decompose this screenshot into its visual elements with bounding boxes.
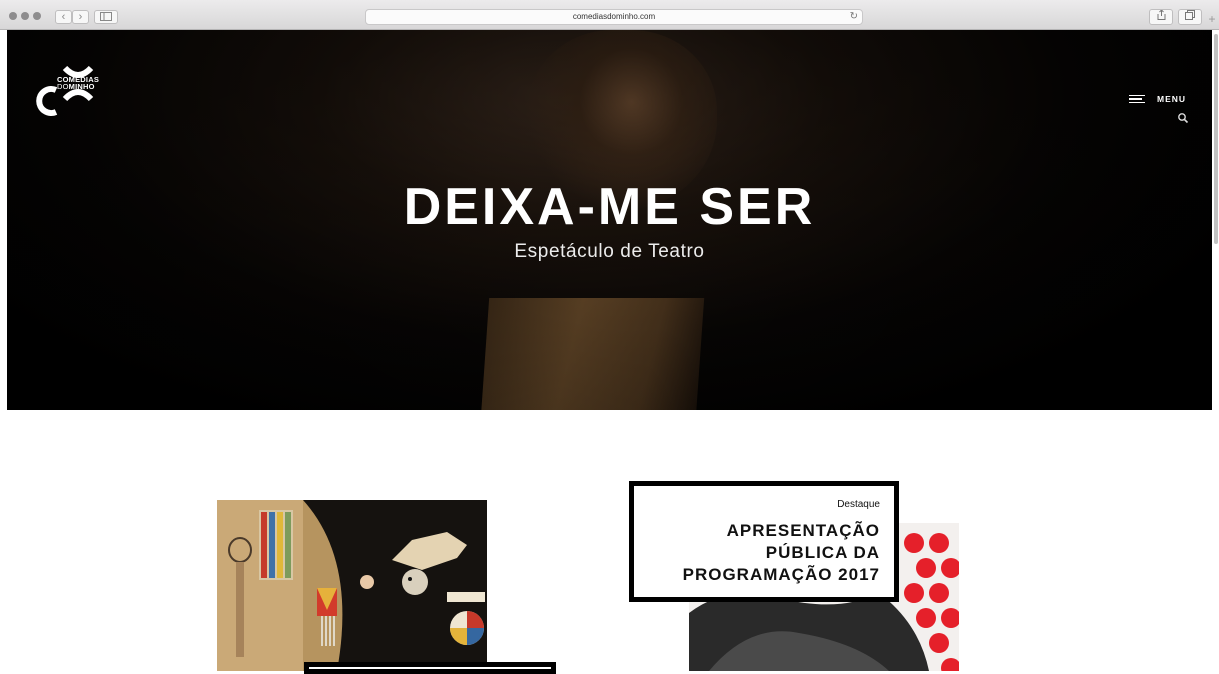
share-button[interactable] — [1149, 9, 1173, 25]
scrollbar-thumb[interactable] — [1214, 34, 1218, 244]
menu-button[interactable]: MENU — [1129, 92, 1186, 106]
tabs-overview-button[interactable] — [1178, 9, 1202, 25]
featured-card-title[interactable]: APRESENTAÇÃO PÚBLICA DA PROGRAMAÇÃO 2017 — [683, 520, 880, 586]
sidebar-button[interactable] — [94, 10, 118, 24]
hero-banner: COMÉDIAS DOMINHO MENU DEIXA-ME SER Espet… — [7, 30, 1212, 410]
card-image-collage[interactable] — [217, 500, 487, 671]
minimize-window-icon[interactable] — [21, 12, 29, 20]
featured-card[interactable]: Destaque APRESENTAÇÃO PÚBLICA DA PROGRAM… — [629, 481, 899, 602]
new-tab-button[interactable]: + — [1205, 12, 1219, 30]
menu-label: MENU — [1157, 94, 1187, 104]
title-line-3: PROGRAMAÇÃO 2017 — [682, 565, 880, 584]
url-text: comediasdominho.com — [572, 12, 656, 21]
close-window-icon[interactable] — [9, 12, 17, 20]
title-line-2: PÚBLICA DA — [765, 543, 880, 562]
zoom-window-icon[interactable] — [33, 12, 41, 20]
hero-subtitle: Espetáculo de Teatro — [514, 241, 705, 262]
title-line-1: APRESENTAÇÃO — [726, 521, 880, 540]
back-button[interactable]: ‹ — [55, 10, 72, 24]
forward-button[interactable]: › — [72, 10, 89, 24]
reload-icon[interactable]: ↻ — [850, 10, 858, 24]
hero-title: DEIXA-ME SER — [403, 178, 816, 236]
logo-word-dominho: DOMINHO — [57, 82, 95, 91]
collage-artwork — [217, 500, 487, 671]
logo-text: COMÉDIAS DOMINHO — [57, 76, 99, 91]
tabs-icon — [1185, 10, 1195, 20]
hamburger-icon — [1129, 94, 1145, 104]
sidebar-icon — [100, 12, 112, 21]
featured-tag: Destaque — [837, 499, 880, 510]
share-icon — [1157, 9, 1165, 20]
card-label-frame[interactable] — [304, 662, 556, 674]
address-bar[interactable]: comediasdominho.com ↻ — [365, 9, 863, 25]
browser-toolbar: ‹ › comediasdominho.com ↻ + — [0, 0, 1219, 30]
search-icon[interactable] — [1177, 112, 1189, 124]
